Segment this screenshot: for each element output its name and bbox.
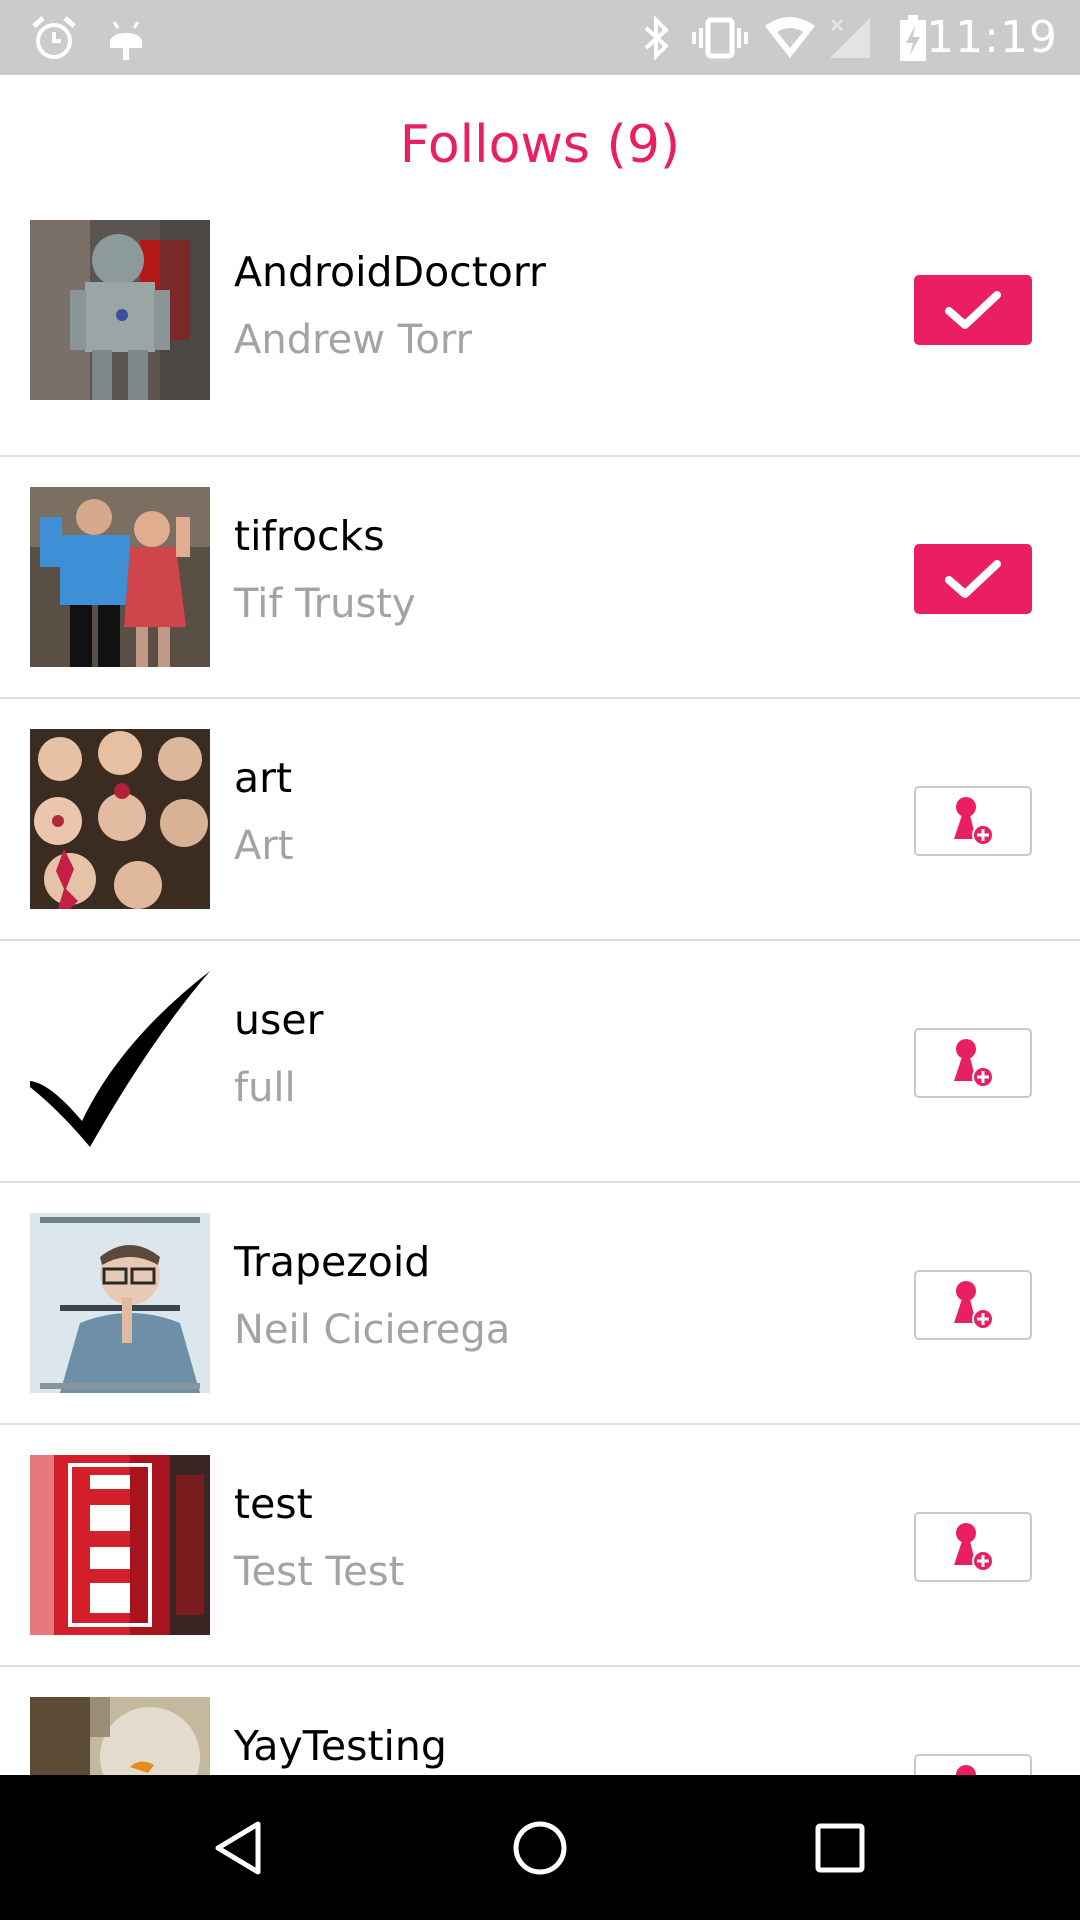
full-name: Test Test (234, 1549, 405, 1595)
follow-button[interactable] (914, 1754, 1032, 1775)
bluetooth-icon (636, 0, 676, 75)
battery-charging-icon (896, 0, 930, 75)
username: test (234, 1480, 313, 1528)
page-title: Follows (9) (399, 115, 681, 175)
list-item[interactable]: YayTesting (0, 1667, 1080, 1775)
android-debug-icon (104, 0, 148, 75)
full-name: Andrew Torr (234, 317, 473, 363)
avatar[interactable] (30, 220, 210, 400)
avatar[interactable] (30, 729, 210, 909)
avatar[interactable] (30, 1697, 210, 1775)
avatar[interactable] (30, 1213, 210, 1393)
full-name: Tif Trusty (234, 581, 416, 627)
signal-off-icon (826, 0, 874, 75)
follow-button[interactable] (914, 1028, 1032, 1098)
following-button[interactable] (914, 544, 1032, 614)
username: user (234, 996, 324, 1044)
username: art (234, 754, 293, 802)
check-icon (945, 291, 1001, 329)
alarm-icon (28, 0, 80, 75)
home-icon[interactable] (460, 1775, 620, 1920)
list-item[interactable]: test Test Test (0, 1425, 1080, 1667)
list-item[interactable]: Trapezoid Neil Cicierega (0, 1183, 1080, 1425)
recents-icon[interactable] (760, 1775, 920, 1920)
add-user-icon (956, 1765, 976, 1775)
follow-button[interactable] (914, 1512, 1032, 1582)
following-button[interactable] (914, 275, 1032, 345)
list-item[interactable]: user full (0, 941, 1080, 1183)
username: Trapezoid (234, 1238, 431, 1286)
clock-time: 11:19 (926, 12, 1058, 63)
add-user-icon (954, 1523, 994, 1572)
avatar[interactable] (30, 487, 210, 667)
follow-button[interactable] (914, 1270, 1032, 1340)
check-icon (945, 560, 1001, 598)
list-item[interactable]: tifrocks Tif Trusty (0, 457, 1080, 699)
list-item[interactable]: AndroidDoctorr Andrew Torr (0, 215, 1080, 457)
full-name: Neil Cicierega (234, 1307, 511, 1353)
username: tifrocks (234, 512, 385, 560)
wifi-icon (762, 0, 818, 75)
avatar[interactable] (30, 1455, 210, 1635)
follow-button[interactable] (914, 786, 1032, 856)
add-user-icon (954, 1039, 994, 1088)
list-item[interactable]: art Art (0, 699, 1080, 941)
back-icon[interactable] (160, 1775, 320, 1920)
avatar[interactable] (30, 971, 210, 1151)
add-user-icon (954, 1281, 994, 1330)
full-name: Art (234, 823, 294, 869)
username: AndroidDoctorr (234, 248, 546, 296)
navigation-bar (0, 1775, 1080, 1920)
vibrate-icon (690, 0, 750, 75)
follows-list[interactable]: AndroidDoctorr Andrew Torr tifrocks Tif … (0, 215, 1080, 1775)
add-user-icon (954, 797, 994, 846)
username: YayTesting (234, 1722, 447, 1770)
full-name: full (234, 1065, 296, 1111)
status-bar: 11:19 (0, 0, 1080, 75)
